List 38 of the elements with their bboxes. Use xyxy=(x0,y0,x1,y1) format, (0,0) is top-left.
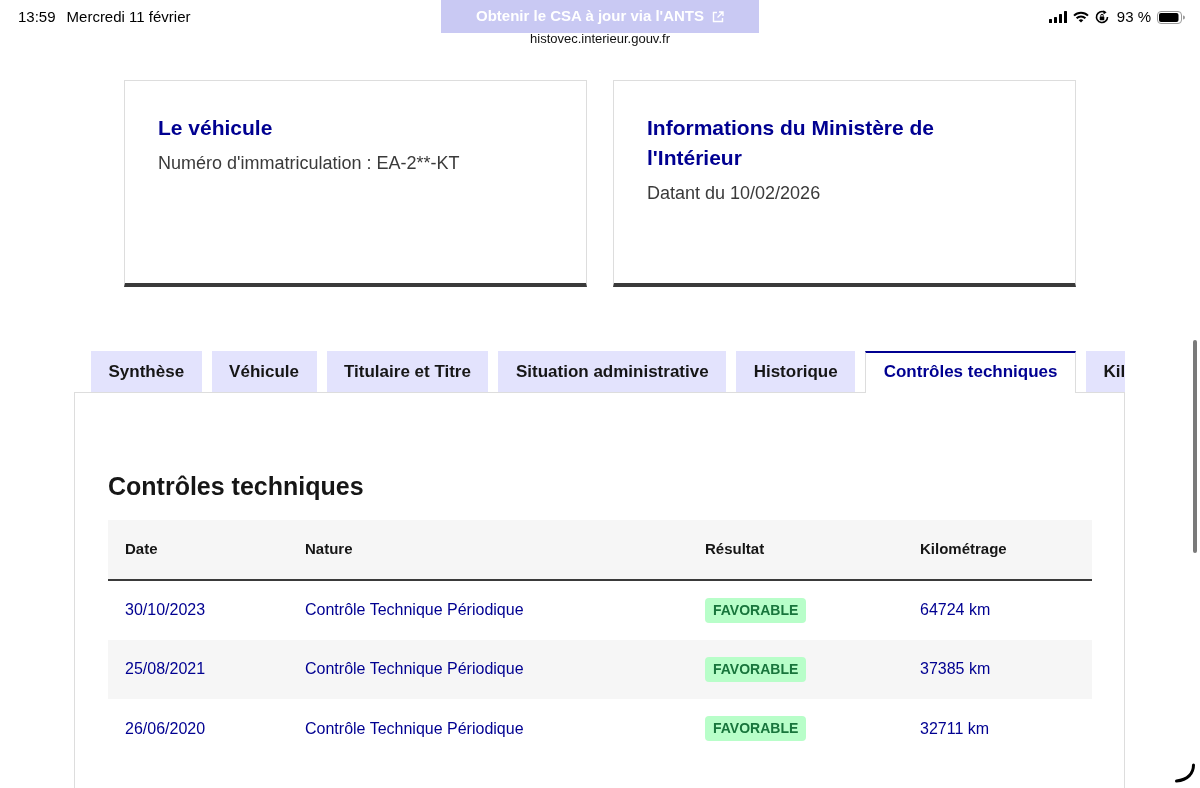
column-header: Date xyxy=(108,520,288,580)
spinner-icon xyxy=(1174,763,1196,783)
column-header: Nature xyxy=(288,520,688,580)
battery-icon xyxy=(1157,10,1185,24)
table-cell: 64724 km xyxy=(903,580,1092,640)
table-cell: Contrôle Technique Périodique xyxy=(288,580,688,640)
tab[interactable]: Titulaire et Titre xyxy=(326,351,489,392)
column-header: Kilométrage xyxy=(903,520,1092,580)
card-text: Numéro d'immatriculation : EA-2**-KT xyxy=(158,152,461,175)
table-cell: Contrôle Technique Périodique xyxy=(288,639,688,699)
result-badge: FAVORABLE xyxy=(705,597,807,623)
table-cell: Contrôle Technique Périodique xyxy=(288,699,688,759)
tab[interactable]: Contrôles techniques xyxy=(865,351,1076,393)
column-header: Résultat xyxy=(688,520,903,580)
result-badge: FAVORABLE xyxy=(705,656,807,682)
tab[interactable]: Synthèse xyxy=(91,351,202,392)
tab[interactable]: Véhicule xyxy=(211,351,317,392)
rotation-lock-icon xyxy=(1094,10,1109,24)
external-link-icon xyxy=(712,10,725,23)
card-title: Informations du Ministère de l'Intérieur xyxy=(647,115,936,171)
table-cell: 30/10/2023 xyxy=(108,580,288,640)
table-cell: 25/08/2021 xyxy=(108,639,288,699)
table-cell: 26/06/2020 xyxy=(108,699,288,759)
result-badge: FAVORABLE xyxy=(705,716,807,742)
status-time: 13:59 xyxy=(18,6,56,27)
tab[interactable]: Historique xyxy=(736,351,856,392)
url-text: histovec.interieur.gouv.fr xyxy=(530,30,670,48)
card-title: Le véhicule xyxy=(158,115,274,141)
table-cell: 37385 km xyxy=(903,639,1092,699)
card-text: Datant du 10/02/2026 xyxy=(647,182,822,205)
tab[interactable]: Kil xyxy=(1086,351,1125,392)
status-date: Mercredi 11 février xyxy=(66,6,191,27)
battery-percentage: 93 % xyxy=(1116,6,1151,27)
signal-icon xyxy=(1048,11,1067,23)
wifi-icon xyxy=(1072,11,1089,23)
tab[interactable]: Situation administrative xyxy=(498,351,727,392)
section-heading: Contrôles techniques xyxy=(108,471,365,502)
table-cell: 32711 km xyxy=(903,699,1092,759)
